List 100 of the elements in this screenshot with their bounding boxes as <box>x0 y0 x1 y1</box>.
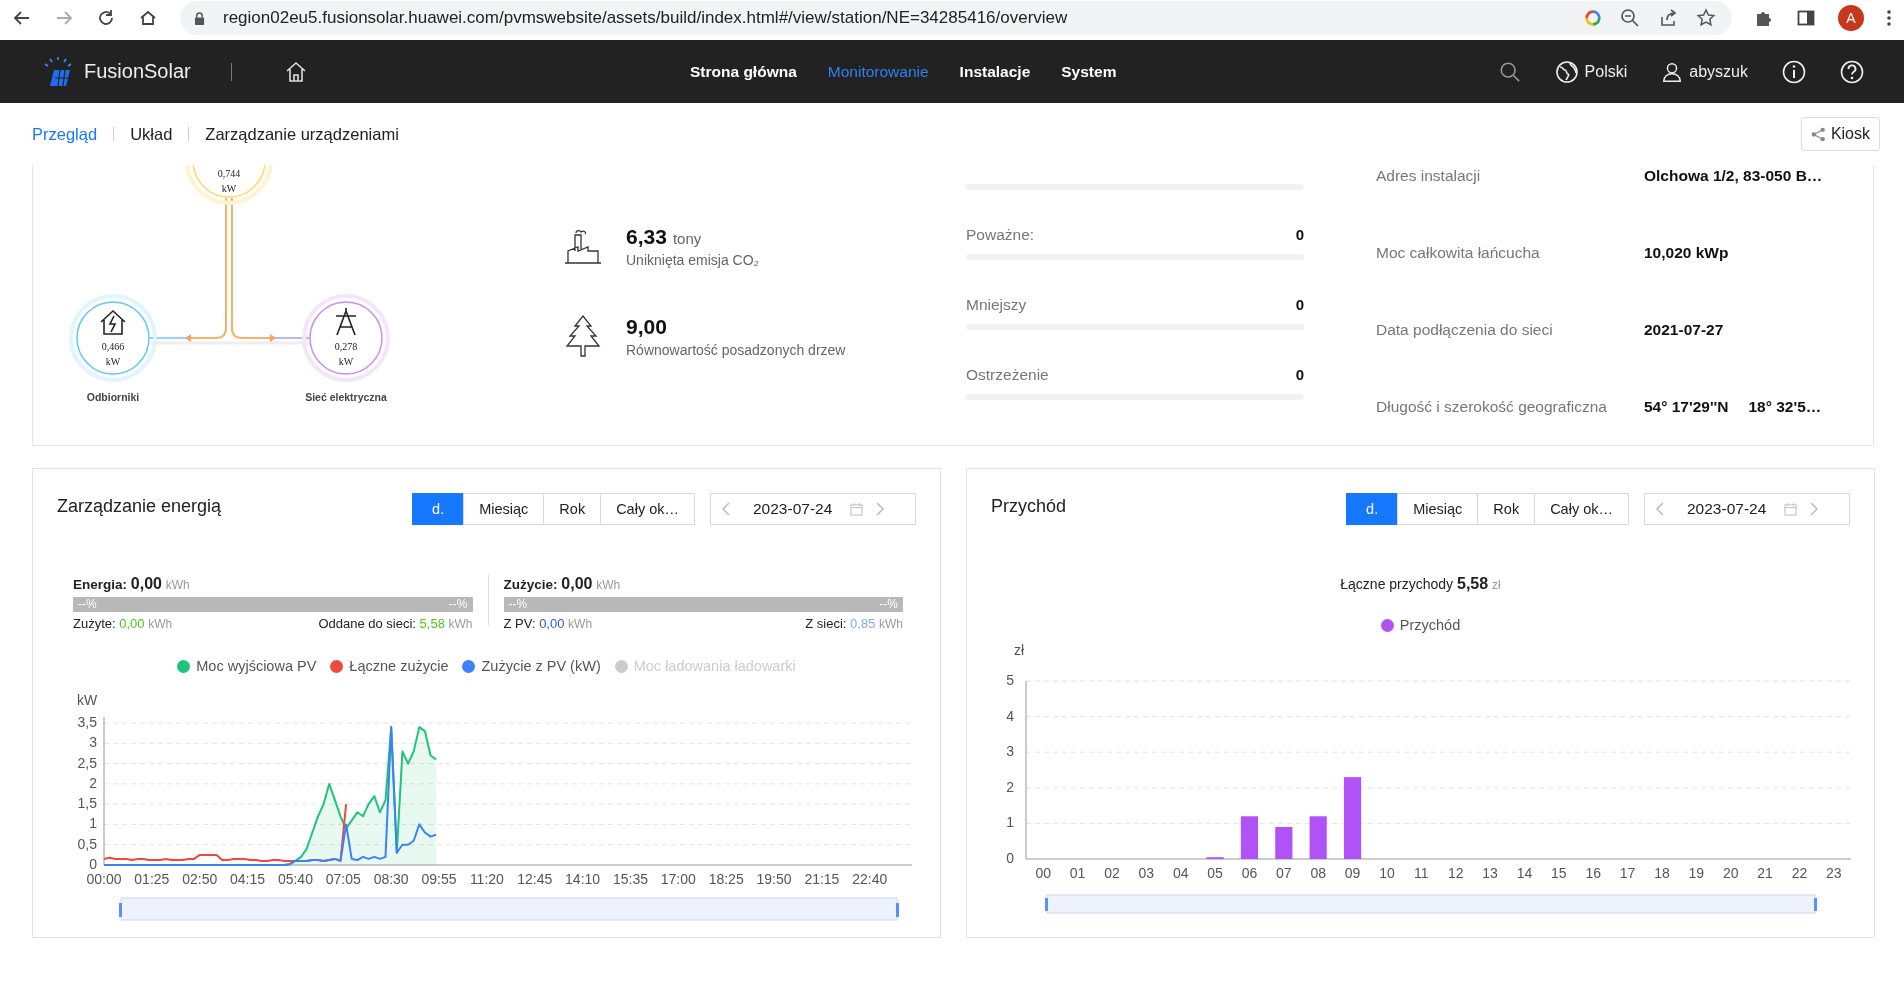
share-nodes-icon <box>1810 126 1826 142</box>
user-name[interactable]: abyszuk <box>1689 62 1748 81</box>
alarm-label: Poważne: <box>966 226 1035 244</box>
tick-label: 1 <box>1006 814 1014 831</box>
tab[interactable]: Układ <box>130 124 173 144</box>
date-value: 2023-07-24 <box>753 500 833 518</box>
tick-label: 0,5 <box>77 835 97 852</box>
bar <box>1309 816 1327 859</box>
info-value: 10,020 kWp <box>1644 243 1729 262</box>
period-tab[interactable]: d. <box>1346 493 1399 525</box>
legend-item[interactable]: Zużycie z PV (kW) <box>462 658 601 674</box>
range-slider[interactable] <box>119 897 899 921</box>
zoom-out-icon[interactable] <box>1620 8 1640 28</box>
info-label: Moc całkowita łańcucha <box>1376 243 1541 262</box>
sidebar-icon[interactable] <box>1796 8 1816 28</box>
ring-icon[interactable] <box>1584 9 1602 27</box>
tick-label: 2 <box>89 774 97 791</box>
user-icon[interactable] <box>1661 60 1684 83</box>
tick-label: 0 <box>89 856 97 872</box>
profile-avatar[interactable]: A <box>1838 5 1864 31</box>
summary-part: Z sieci: 0,85 kWh <box>805 616 903 631</box>
tick-label: 09:55 <box>421 871 457 887</box>
tick-label: 06 <box>1241 865 1258 881</box>
nav-item[interactable]: System <box>1061 62 1117 81</box>
saving-label: Uniknięta emisja CO₂ <box>626 252 760 268</box>
percent-text: --% <box>448 597 468 612</box>
tick-label: 17 <box>1619 865 1636 881</box>
saving-label: Równowartość posadzonych drzew <box>626 341 846 358</box>
alarm-count: 0 <box>1295 226 1304 244</box>
star-icon[interactable] <box>1696 8 1716 28</box>
nav-item[interactable]: Instalacje <box>959 62 1031 81</box>
tree-icon <box>563 314 603 358</box>
tick-label: 23 <box>1826 865 1842 881</box>
tick-label: 3 <box>89 734 97 751</box>
summary-part: Oddane do sieci: 5,58 kWh <box>318 616 473 631</box>
bar <box>1275 826 1293 859</box>
tick-label: 19 <box>1688 865 1705 881</box>
tick-label: 04 <box>1172 865 1189 881</box>
tab[interactable]: Zarządzanie urządzeniami <box>205 124 399 144</box>
tick-label: 3 <box>1006 743 1014 760</box>
legend-item[interactable]: Łączne zużycie <box>330 658 449 674</box>
alarm-label: Mniejszy <box>966 296 1027 314</box>
tick-label: 04:15 <box>230 871 266 887</box>
share-icon[interactable] <box>1658 8 1678 28</box>
period-tab[interactable]: Cały ok… <box>1534 493 1629 525</box>
axis-title: zł <box>1013 642 1025 658</box>
search-icon[interactable] <box>1498 60 1521 83</box>
logo-text: FusionSolar <box>84 60 191 83</box>
tick-label: 11:20 <box>469 871 504 887</box>
tick-label: 13 <box>1482 865 1498 881</box>
tick-label: 1,5 <box>77 795 97 812</box>
menu-icon[interactable] <box>1886 8 1892 28</box>
tick-label: 21:15 <box>804 871 840 887</box>
tick-label: 19:50 <box>756 871 792 887</box>
nav-item[interactable]: Monitorowanie <box>827 62 929 81</box>
period-tab[interactable]: Miesiąc <box>463 493 545 525</box>
period-tab[interactable]: Miesiąc <box>1397 493 1479 525</box>
tick-label: 07 <box>1276 865 1292 881</box>
tick-label: 14 <box>1516 865 1533 881</box>
total-revenue: Łączne przychody 5,58 zł <box>1339 575 1502 593</box>
tick-label: 4 <box>1006 707 1014 724</box>
tick-label: 20 <box>1722 865 1739 881</box>
tab[interactable]: Przegląd <box>32 124 98 144</box>
language-selector[interactable]: Polski <box>1584 62 1628 81</box>
summary-total: Zużycie: 0,00 kWh <box>503 575 622 593</box>
period-tab[interactable]: Rok <box>1477 493 1536 525</box>
period-tab[interactable]: Rok <box>543 493 602 525</box>
period-tab[interactable]: Cały ok… <box>600 493 695 525</box>
legend-item[interactable]: Przychód <box>1380 617 1461 633</box>
tick-label: 14:10 <box>565 871 601 887</box>
tick-label: 05 <box>1207 865 1223 881</box>
nav-item[interactable]: Strona główna <box>690 62 797 81</box>
tick-label: 03 <box>1138 865 1155 881</box>
card-title: Zarządzanie energią <box>57 495 222 517</box>
reload-icon[interactable] <box>96 8 116 28</box>
tick-label: 02:50 <box>182 871 218 887</box>
tick-label: 01:25 <box>134 871 170 887</box>
tick-label: 00:00 <box>86 871 122 887</box>
legend-item[interactable]: Moc wyjściowa PV <box>177 658 317 674</box>
info-icon[interactable] <box>1782 59 1806 84</box>
tick-label: 05:40 <box>277 871 313 887</box>
summary-part: Zużyte: 0,00 kWh <box>73 616 173 631</box>
tick-label: 07:05 <box>325 871 361 887</box>
tick-label: 5 <box>1006 672 1014 688</box>
energy-flow-drawing: 0,744 kW 0,466 kW Odbiorniki 0,278 kW Sieć elektryczna <box>63 165 423 410</box>
tick-label: 3,5 <box>77 714 97 730</box>
summary-part: Z PV: 0,00 kWh <box>503 616 593 631</box>
range-slider[interactable] <box>1045 894 1817 914</box>
globe-icon[interactable] <box>1554 59 1579 84</box>
saving-value: 9,00 <box>626 314 668 339</box>
saving-value: 6,33 tony <box>626 225 703 249</box>
alarm-count: 0 <box>1295 366 1304 384</box>
period-tab[interactable]: d. <box>412 493 465 525</box>
address-bar[interactable]: region02eu5.fusionsolar.huawei.com/pvmswebsite/assets/build/index.html#/view/station/NE=34285416/overview <box>180 1 1732 35</box>
tick-label: 10 <box>1379 865 1395 881</box>
home-icon[interactable] <box>138 8 158 28</box>
kiosk-button[interactable]: Kiosk <box>1800 117 1880 151</box>
tick-label: 22 <box>1791 865 1808 881</box>
info-label: Długość i szerokość geograficzna <box>1376 397 1608 416</box>
help-icon[interactable] <box>1840 59 1864 84</box>
